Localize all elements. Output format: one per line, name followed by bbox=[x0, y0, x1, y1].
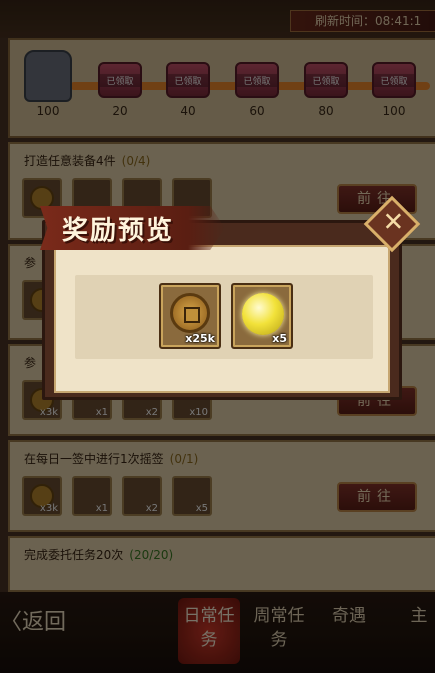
copper-coin-icon bbox=[170, 293, 210, 333]
close-x-icon: ✕ bbox=[382, 207, 405, 238]
dialog-body: x25k x5 bbox=[54, 245, 390, 393]
reward-qty: x25k bbox=[185, 332, 215, 345]
reward-item[interactable]: x5 bbox=[231, 283, 293, 349]
reward-item[interactable]: x25k bbox=[159, 283, 221, 349]
reward-strip: x25k x5 bbox=[75, 275, 373, 359]
dialog-title: 奖励预览 bbox=[62, 216, 175, 246]
reward-qty: x5 bbox=[272, 332, 287, 345]
golden-pearl-icon bbox=[242, 293, 284, 335]
